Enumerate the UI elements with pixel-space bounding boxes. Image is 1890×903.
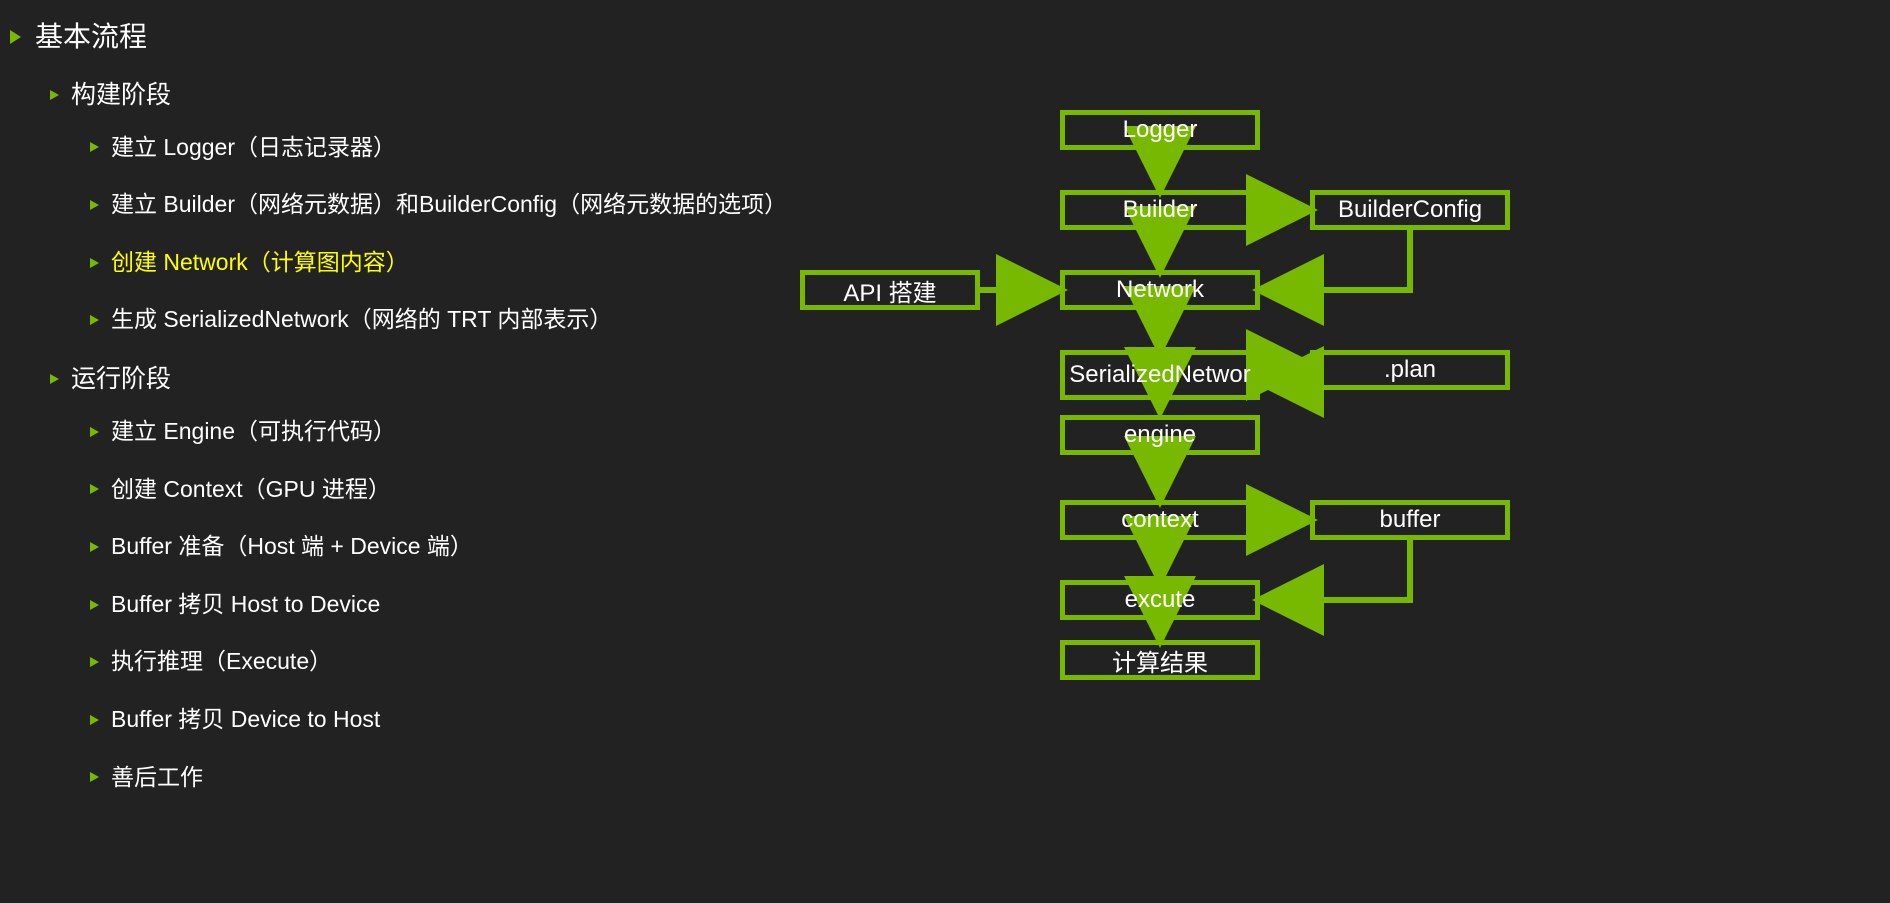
outline-item-current: 创建 Network（计算图内容） [0, 249, 780, 277]
outline-item-text: 善后工作 [111, 764, 203, 792]
outline-item: 善后工作 [0, 764, 780, 792]
node-label: context [1121, 506, 1198, 534]
bullet-icon [90, 484, 99, 494]
section-heading-text: 构建阶段 [71, 80, 171, 110]
outline-item: 生成 SerializedNetwork（网络的 TRT 内部表示） [0, 306, 780, 334]
outline-item: 建立 Builder（网络元数据）和BuilderConfig（网络元数据的选项… [0, 191, 780, 219]
outline-item-text: Buffer 拷贝 Host to Device [111, 591, 380, 619]
node-network: Network [1060, 270, 1260, 310]
outline-item: Buffer 拷贝 Device to Host [0, 706, 780, 734]
section-heading-text: 运行阶段 [71, 364, 171, 394]
node-engine: engine [1060, 415, 1260, 455]
bullet-icon [90, 772, 99, 782]
outline-item: 创建 Context（GPU 进程） [0, 476, 780, 504]
node-label: Logger [1123, 116, 1198, 144]
outline-item-text: 执行推理（Execute） [111, 648, 332, 676]
outline-item-text: 建立 Builder（网络元数据）和BuilderConfig（网络元数据的选项… [111, 191, 780, 219]
outline-item-text: 创建 Network（计算图内容） [111, 249, 409, 277]
node-plan: .plan [1310, 350, 1510, 390]
node-serialized: SerializedNetwor [1060, 350, 1260, 400]
bullet-icon [90, 200, 99, 210]
bullet-icon [90, 258, 99, 268]
node-label: 计算结果 [1112, 643, 1208, 678]
node-label: Network [1116, 276, 1204, 304]
bullet-icon [90, 715, 99, 725]
node-context: context [1060, 500, 1260, 540]
bullet-icon [90, 315, 99, 325]
node-label: SerializedNetwor [1069, 361, 1250, 389]
bullet-icon [50, 90, 59, 100]
node-builder: Builder [1060, 190, 1260, 230]
bullet-icon [90, 600, 99, 610]
node-label: excute [1125, 586, 1196, 614]
flow-diagram: Logger Builder BuilderConfig API 搭建 Netw… [780, 100, 1870, 880]
node-builder-config: BuilderConfig [1310, 190, 1510, 230]
node-api: API 搭建 [800, 270, 980, 310]
outline-item-text: 建立 Logger（日志记录器） [111, 134, 396, 162]
outline-title-row: 基本流程 [0, 20, 780, 54]
section-heading-run: 运行阶段 [0, 364, 780, 394]
outline-item-text: 建立 Engine（可执行代码） [111, 418, 396, 446]
outline-item-text: 创建 Context（GPU 进程） [111, 476, 391, 504]
outline-title: 基本流程 [35, 20, 147, 54]
bullet-icon [90, 427, 99, 437]
node-label: API 搭建 [843, 273, 936, 308]
node-buffer: buffer [1310, 500, 1510, 540]
node-label: engine [1124, 421, 1196, 449]
section-heading-build: 构建阶段 [0, 80, 780, 110]
node-label: Builder [1123, 196, 1198, 224]
bullet-icon [10, 30, 21, 44]
node-result: 计算结果 [1060, 640, 1260, 680]
node-label: .plan [1384, 356, 1436, 384]
bullet-icon [90, 142, 99, 152]
outline-panel: 基本流程 构建阶段 建立 Logger（日志记录器） 建立 Builder（网络… [0, 10, 780, 821]
outline-item: 建立 Logger（日志记录器） [0, 134, 780, 162]
bullet-icon [50, 374, 59, 384]
bullet-icon [90, 657, 99, 667]
node-label: BuilderConfig [1338, 196, 1482, 224]
outline-item: Buffer 准备（Host 端 + Device 端） [0, 533, 780, 561]
outline-item: Buffer 拷贝 Host to Device [0, 591, 780, 619]
bullet-icon [90, 542, 99, 552]
outline-item-text: Buffer 拷贝 Device to Host [111, 706, 380, 734]
node-label: buffer [1380, 506, 1441, 534]
node-execute: excute [1060, 580, 1260, 620]
outline-item: 执行推理（Execute） [0, 648, 780, 676]
outline-item-text: Buffer 准备（Host 端 + Device 端） [111, 533, 473, 561]
outline-item: 建立 Engine（可执行代码） [0, 418, 780, 446]
outline-item-text: 生成 SerializedNetwork（网络的 TRT 内部表示） [111, 306, 612, 334]
node-logger: Logger [1060, 110, 1260, 150]
